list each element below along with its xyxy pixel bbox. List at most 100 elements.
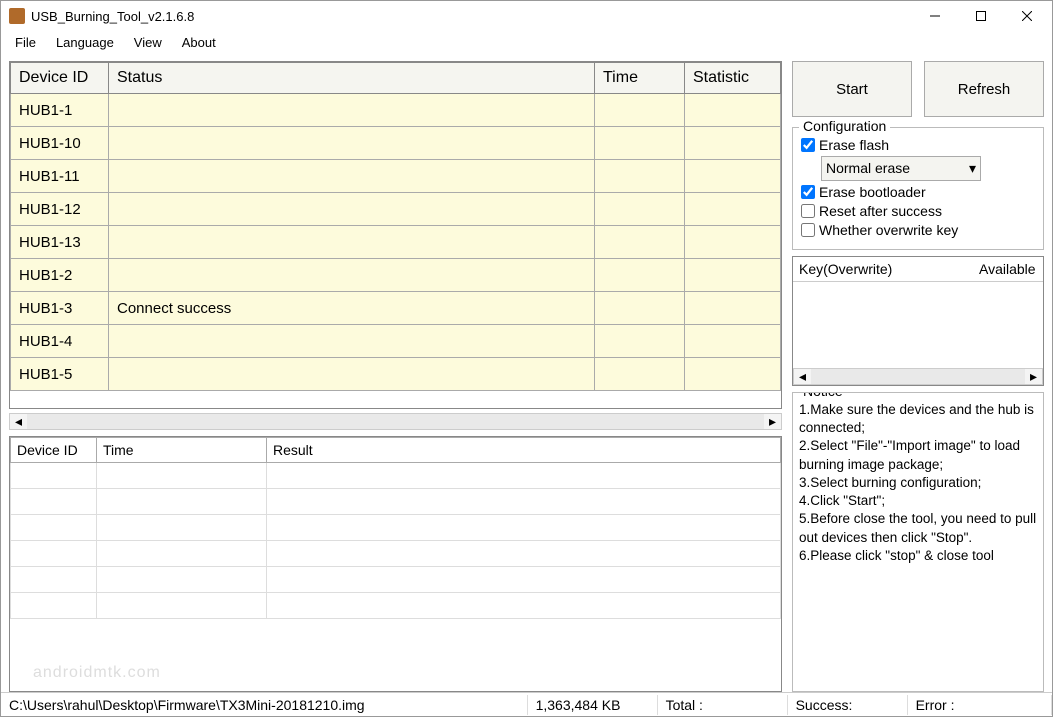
reset-after-label: Reset after success [819, 203, 942, 219]
status-total: Total : [658, 695, 788, 715]
overwrite-key-label: Whether overwrite key [819, 222, 958, 238]
scroll-right-icon[interactable]: ▸ [1025, 368, 1042, 385]
table-row [11, 463, 781, 489]
cell-status [109, 226, 595, 259]
cell-status [109, 127, 595, 160]
menubar: File Language View About [1, 31, 1052, 53]
configuration-legend: Configuration [799, 118, 890, 134]
titlebar: USB_Burning_Tool_v2.1.6.8 [1, 1, 1052, 31]
scroll-left-icon[interactable]: ◂ [10, 413, 27, 430]
notice-text: 1.Make sure the devices and the hub is c… [799, 399, 1037, 565]
status-path: C:\Users\rahul\Desktop\Firmware\TX3Mini-… [1, 695, 528, 715]
cell-status [109, 325, 595, 358]
start-button[interactable]: Start [792, 61, 912, 117]
key-col-available[interactable]: Available [973, 257, 1043, 281]
refresh-button[interactable]: Refresh [924, 61, 1044, 117]
scroll-track[interactable] [811, 369, 1025, 384]
cell-statistic [685, 325, 781, 358]
notice-group: Notice 1.Make sure the devices and the h… [792, 392, 1044, 692]
cell-device-id: HUB1-1 [11, 94, 109, 127]
cell-time [595, 226, 685, 259]
cell-statistic [685, 127, 781, 160]
cell-statistic [685, 94, 781, 127]
col-statistic[interactable]: Statistic [685, 63, 781, 94]
erase-mode-select[interactable]: Normal erase▾ [821, 156, 981, 181]
maximize-button[interactable] [958, 1, 1004, 31]
scroll-right-icon[interactable]: ▸ [764, 413, 781, 430]
table-row[interactable]: HUB1-5 [11, 358, 781, 391]
cell-status: Connect success [109, 292, 595, 325]
table-row [11, 515, 781, 541]
table-row[interactable]: HUB1-1 [11, 94, 781, 127]
cell-device-id: HUB1-2 [11, 259, 109, 292]
chevron-down-icon: ▾ [969, 160, 976, 177]
menu-file[interactable]: File [7, 33, 44, 52]
overwrite-key-checkbox[interactable] [801, 223, 815, 237]
cell-device-id: HUB1-3 [11, 292, 109, 325]
cell-status [109, 358, 595, 391]
scroll-track[interactable] [27, 414, 764, 429]
cell-time [595, 193, 685, 226]
cell-statistic [685, 259, 781, 292]
cell-time [595, 160, 685, 193]
erase-flash-checkbox[interactable] [801, 138, 815, 152]
scroll-left-icon[interactable]: ◂ [794, 368, 811, 385]
result-col-device-id[interactable]: Device ID [11, 438, 97, 463]
table-row[interactable]: HUB1-4 [11, 325, 781, 358]
erase-flash-label: Erase flash [819, 137, 889, 153]
erase-bootloader-label: Erase bootloader [819, 184, 926, 200]
table-row[interactable]: HUB1-11 [11, 160, 781, 193]
key-horizontal-scrollbar[interactable]: ◂ ▸ [793, 368, 1043, 385]
minimize-button[interactable] [912, 1, 958, 31]
cell-statistic [685, 292, 781, 325]
cell-time [595, 358, 685, 391]
cell-statistic [685, 160, 781, 193]
menu-language[interactable]: Language [48, 33, 122, 52]
cell-device-id: HUB1-10 [11, 127, 109, 160]
window-title: USB_Burning_Tool_v2.1.6.8 [31, 9, 912, 24]
table-row[interactable]: HUB1-12 [11, 193, 781, 226]
col-device-id[interactable]: Device ID [11, 63, 109, 94]
cell-statistic [685, 358, 781, 391]
cell-status [109, 259, 595, 292]
cell-status [109, 193, 595, 226]
configuration-group: Configuration Erase flash Normal erase▾ … [792, 127, 1044, 250]
table-row[interactable]: HUB1-13 [11, 226, 781, 259]
cell-status [109, 94, 595, 127]
col-status[interactable]: Status [109, 63, 595, 94]
cell-statistic [685, 193, 781, 226]
close-button[interactable] [1004, 1, 1050, 31]
table-row [11, 489, 781, 515]
cell-time [595, 292, 685, 325]
statusbar: C:\Users\rahul\Desktop\Firmware\TX3Mini-… [1, 692, 1052, 716]
cell-time [595, 127, 685, 160]
menu-about[interactable]: About [174, 33, 224, 52]
cell-device-id: HUB1-5 [11, 358, 109, 391]
cell-status [109, 160, 595, 193]
app-icon [9, 8, 25, 24]
col-time[interactable]: Time [595, 63, 685, 94]
key-table: Key(Overwrite) Available ◂ ▸ [792, 256, 1044, 386]
table-row[interactable]: HUB1-2 [11, 259, 781, 292]
status-size: 1,363,484 KB [528, 695, 658, 715]
table-row[interactable]: HUB1-3Connect success [11, 292, 781, 325]
reset-after-checkbox[interactable] [801, 204, 815, 218]
result-col-result[interactable]: Result [267, 438, 781, 463]
menu-view[interactable]: View [126, 33, 170, 52]
key-col-overwrite[interactable]: Key(Overwrite) [793, 257, 973, 281]
cell-device-id: HUB1-13 [11, 226, 109, 259]
cell-statistic [685, 226, 781, 259]
cell-time [595, 259, 685, 292]
cell-time [595, 325, 685, 358]
device-table: Device ID Status Time Statistic HUB1-1HU… [9, 61, 782, 409]
erase-bootloader-checkbox[interactable] [801, 185, 815, 199]
status-error: Error : [908, 695, 1052, 715]
notice-legend: Notice [799, 392, 847, 399]
result-table: Device ID Time Result [9, 436, 782, 692]
result-col-time[interactable]: Time [97, 438, 267, 463]
table-row[interactable]: HUB1-10 [11, 127, 781, 160]
horizontal-scrollbar[interactable]: ◂ ▸ [9, 413, 782, 430]
table-row [11, 567, 781, 593]
table-row [11, 593, 781, 619]
cell-device-id: HUB1-4 [11, 325, 109, 358]
